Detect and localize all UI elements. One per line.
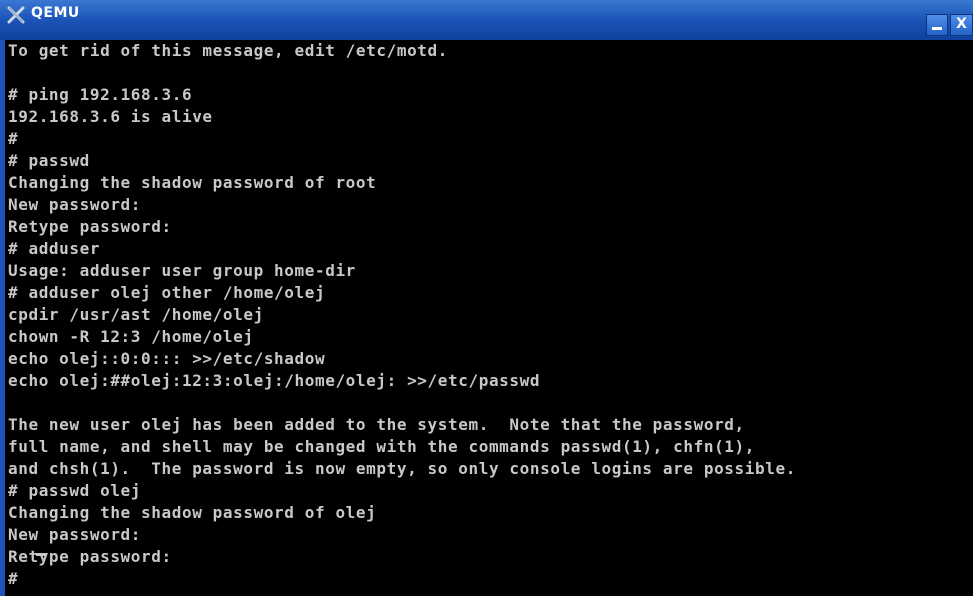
console-line: full name, and shell may be changed with… [8,437,755,456]
close-button[interactable]: X [950,14,973,36]
console-line: # ping 192.168.3.6 [8,85,193,104]
console-line: chown -R 12:3 /home/olej [8,327,254,346]
console-line: Retype password: [8,547,172,566]
console-line: To get rid of this message, edit /etc/mo… [8,41,449,60]
console-line: # adduser olej other /home/olej [8,283,326,302]
console-line: # adduser [8,239,101,258]
console-line: echo olej::0:0::: >>/etc/shadow [8,349,326,368]
console-line: cpdir /usr/ast /home/olej [8,305,264,324]
console-line: Changing the shadow password of root [8,173,377,192]
console-line: # [8,569,19,588]
console-line: Usage: adduser user group home-dir [8,261,356,280]
x-app-icon [7,6,25,24]
console-line: The new user olej has been added to the … [8,415,745,434]
qemu-window: QEMU X To get rid of this message, edit … [0,0,973,596]
console-line: New password: [8,195,142,214]
console-line: Retype password: [8,217,172,236]
console-line: 192.168.3.6 is alive [8,107,213,126]
console-screen[interactable]: To get rid of this message, edit /etc/mo… [0,40,973,596]
close-icon: X [956,16,967,32]
title-bar[interactable]: QEMU X [0,0,973,44]
console-line: and chsh(1). The password is now empty, … [8,459,796,478]
console-line: # passwd olej [8,481,142,500]
console-line: # passwd [8,151,90,170]
console-line: # [8,129,19,148]
window-title: QEMU [31,5,80,21]
minimize-button[interactable] [926,14,948,36]
console-line: echo olej:##olej:12:3:olej:/home/olej: >… [8,371,541,390]
console-line: Changing the shadow password of olej [8,503,377,522]
text-cursor [36,553,46,556]
console-line: New password: [8,525,142,544]
minimize-icon [932,27,942,30]
